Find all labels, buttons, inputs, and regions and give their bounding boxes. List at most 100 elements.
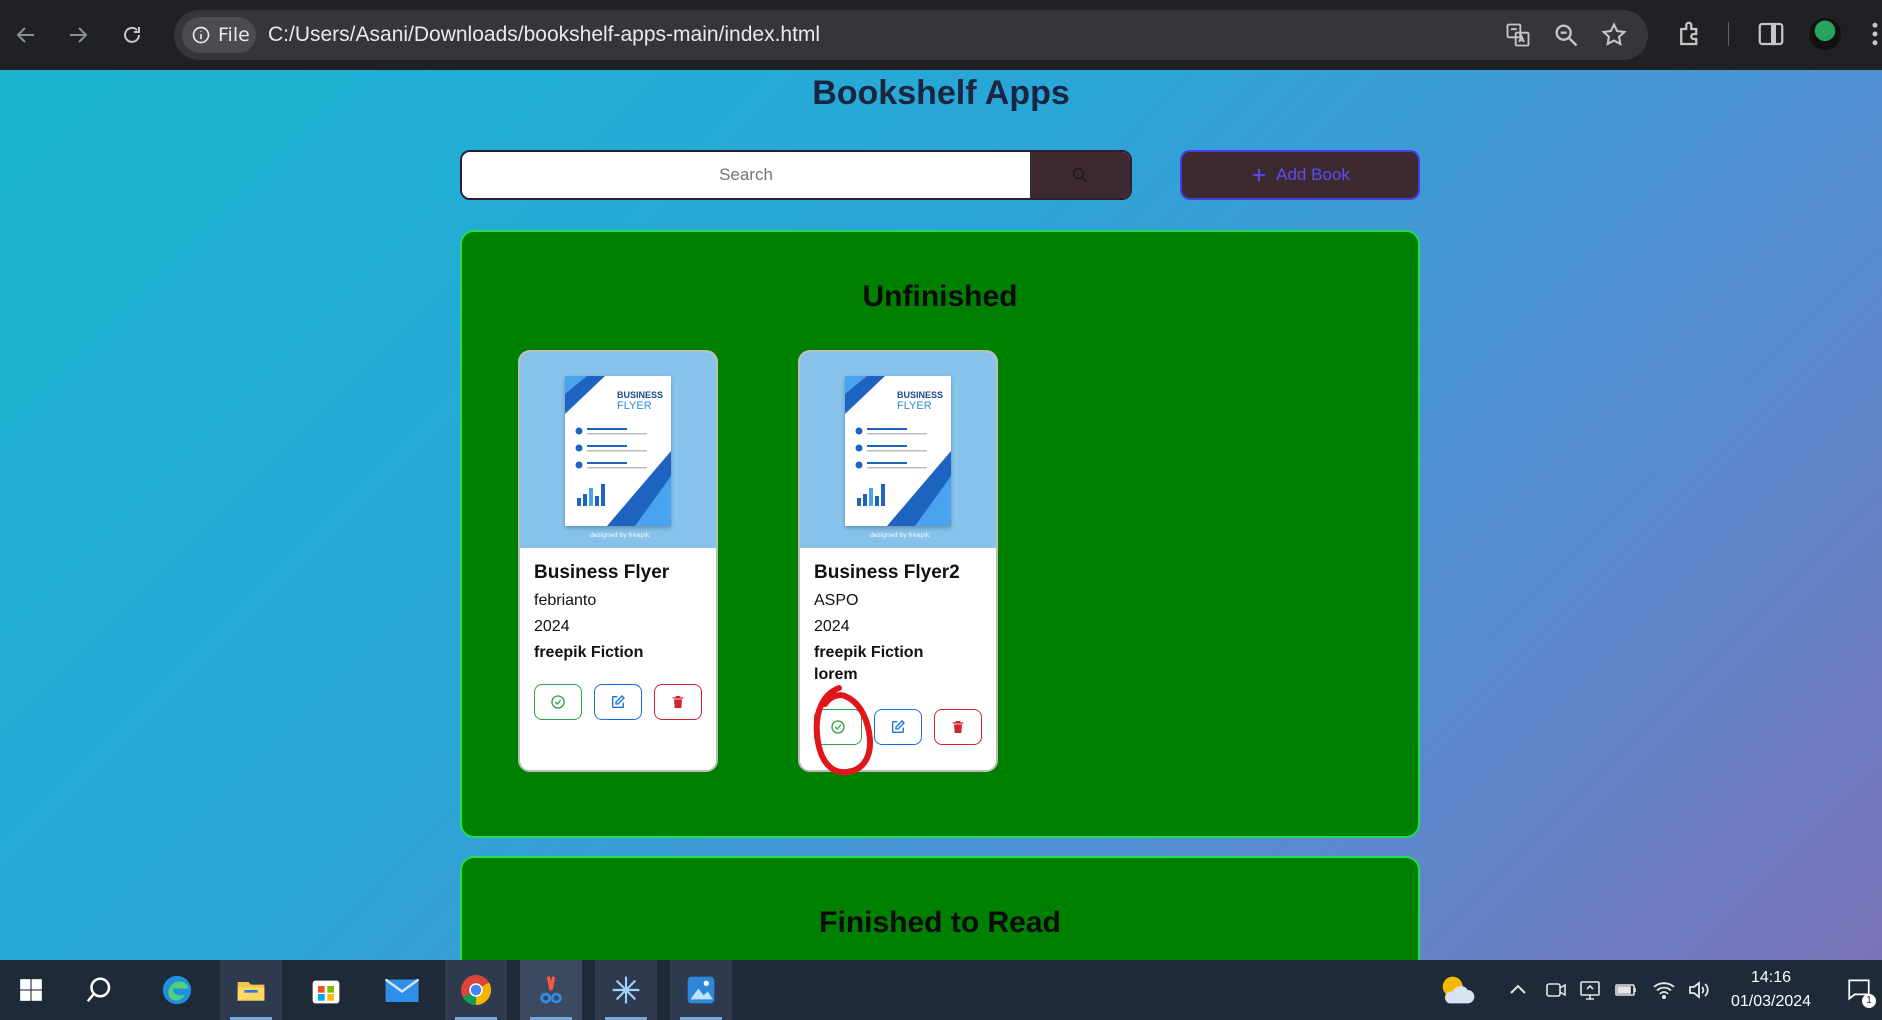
arrow-right-icon	[70, 27, 88, 43]
search-icon	[1072, 167, 1088, 183]
check-circle-icon	[831, 720, 845, 734]
page-viewport: Bookshelf Apps Add Book Unfinished	[0, 70, 1882, 960]
search-icon	[86, 977, 111, 1003]
book-year: 2024	[814, 618, 850, 635]
profile-avatar[interactable]	[1809, 18, 1841, 50]
clock-date: 01/03/2024	[1730, 993, 1812, 1010]
trash-icon	[952, 721, 964, 733]
book-cover: BUSINESS FLYER designed by freepik	[520, 352, 716, 548]
book-info: Business Flyer febrianto 2024 freepik Fi…	[534, 562, 708, 662]
book-publisher-genre: freepik Fiction	[814, 644, 924, 661]
book-card: BUSINESS FLYER designed by freepik Busin…	[518, 350, 718, 772]
toolbar-divider	[1728, 22, 1729, 46]
photos-icon	[687, 976, 715, 1004]
trash-icon	[672, 696, 684, 708]
system-clock[interactable]: 14:16 01/03/2024	[1716, 966, 1826, 1014]
camera-icon[interactable]	[1544, 978, 1568, 1002]
reload-icon	[124, 26, 140, 43]
book-info: Business Flyer2 ASPO 2024 freepik Fictio…	[814, 562, 988, 684]
shelf-title-finished: Finished to Read	[819, 906, 1061, 939]
bookmark-star-icon[interactable]	[1600, 21, 1628, 49]
edit-book-button[interactable]	[594, 684, 642, 720]
cover-credit: designed by freepik	[870, 532, 930, 539]
finished-shelf: Finished to Read	[460, 856, 1420, 960]
book-author: febrianto	[534, 592, 597, 609]
arrow-left-icon	[16, 27, 34, 43]
screen-share-icon[interactable]	[1578, 978, 1602, 1002]
book-year: 2024	[534, 618, 570, 635]
weather-icon[interactable]	[1436, 970, 1476, 1010]
taskbar-chrome[interactable]	[445, 960, 507, 1020]
chrome-icon	[461, 975, 492, 1006]
volume-icon[interactable]	[1686, 978, 1710, 1002]
battery-icon[interactable]	[1614, 978, 1638, 1002]
book-extra: lorem	[814, 666, 858, 683]
edit-icon	[612, 695, 625, 708]
book-author: ASPO	[814, 592, 859, 609]
taskbar-photos[interactable]	[670, 960, 732, 1020]
book-title: Business Flyer2	[814, 562, 960, 583]
store-icon	[312, 980, 340, 1004]
notification-badge: 1	[1862, 994, 1876, 1008]
book-actions	[534, 684, 702, 720]
taskbar-store[interactable]	[295, 960, 357, 1020]
translate-icon[interactable]	[1504, 21, 1532, 49]
back-button[interactable]	[8, 17, 44, 53]
add-book-button[interactable]: Add Book	[1180, 150, 1420, 200]
search-button[interactable]	[1030, 152, 1130, 198]
info-icon	[192, 26, 210, 44]
check-circle-icon	[551, 695, 565, 709]
plus-icon	[1253, 169, 1266, 181]
taskbar-snowflake-app[interactable]	[595, 960, 657, 1020]
scissors-icon	[540, 976, 562, 1004]
zoom-icon[interactable]	[1552, 21, 1580, 49]
site-info-chip[interactable]: File	[182, 17, 256, 53]
edit-book-button[interactable]	[874, 709, 922, 745]
taskbar: 14:16 01/03/2024 1	[0, 960, 1882, 1020]
notification-button[interactable]: 1	[1846, 976, 1876, 1008]
start-button[interactable]	[0, 960, 62, 1020]
side-panel-icon[interactable]	[1756, 19, 1786, 49]
unfinished-shelf: Unfinished BUSINESS FLYER designed by fr…	[460, 230, 1420, 838]
taskbar-snipping-tool[interactable]	[520, 960, 582, 1020]
book-cover: BUSINESS FLYER designed by freepik	[800, 352, 996, 548]
url-text[interactable]: C:/Users/Asani/Downloads/bookshelf-apps-…	[268, 23, 820, 47]
windows-icon	[20, 979, 42, 1001]
book-publisher-genre: freepik Fiction	[534, 644, 644, 661]
search-input[interactable]	[462, 152, 1030, 198]
mark-finished-button[interactable]	[534, 684, 582, 720]
flyer-image: BUSINESS FLYER	[565, 376, 671, 526]
chevron-up-icon[interactable]	[1506, 978, 1530, 1002]
mail-icon	[384, 978, 420, 1002]
flyer-title: BUSINESS	[897, 390, 944, 400]
shelf-title-unfinished: Unfinished	[862, 280, 1018, 313]
delete-book-button[interactable]	[654, 684, 702, 720]
wifi-icon[interactable]	[1652, 978, 1676, 1002]
flyer-title: BUSINESS	[617, 390, 664, 400]
flyer-image: BUSINESS FLYER	[845, 376, 951, 526]
clock-time: 14:16	[1750, 969, 1792, 986]
menu-kebab-icon[interactable]	[1860, 19, 1882, 49]
address-bar[interactable]: File C:/Users/Asani/Downloads/bookshelf-…	[174, 10, 1648, 60]
add-book-label: Add Book	[1276, 165, 1350, 184]
flyer-subtitle: FLYER	[617, 400, 652, 412]
mark-finished-button[interactable]	[814, 709, 862, 745]
edge-icon	[162, 975, 192, 1005]
edit-icon	[892, 720, 905, 733]
delete-book-button[interactable]	[934, 709, 982, 745]
flyer-subtitle: FLYER	[897, 400, 932, 412]
book-title: Business Flyer	[534, 562, 670, 583]
browser-toolbar: File C:/Users/Asani/Downloads/bookshelf-…	[0, 0, 1882, 70]
cover-credit: designed by freepik	[590, 532, 650, 539]
taskbar-file-explorer[interactable]	[220, 960, 282, 1020]
search-taskbar-button[interactable]	[68, 960, 130, 1020]
book-actions	[814, 709, 982, 745]
taskbar-edge[interactable]	[146, 960, 208, 1020]
book-card: BUSINESS FLYER designed by freepik Busin…	[798, 350, 998, 772]
reload-button[interactable]	[114, 17, 150, 53]
page-title: Bookshelf Apps	[812, 74, 1070, 112]
extensions-icon[interactable]	[1675, 19, 1705, 49]
search-bar	[460, 150, 1132, 200]
taskbar-mail[interactable]	[371, 960, 433, 1020]
forward-button[interactable]	[60, 17, 96, 53]
